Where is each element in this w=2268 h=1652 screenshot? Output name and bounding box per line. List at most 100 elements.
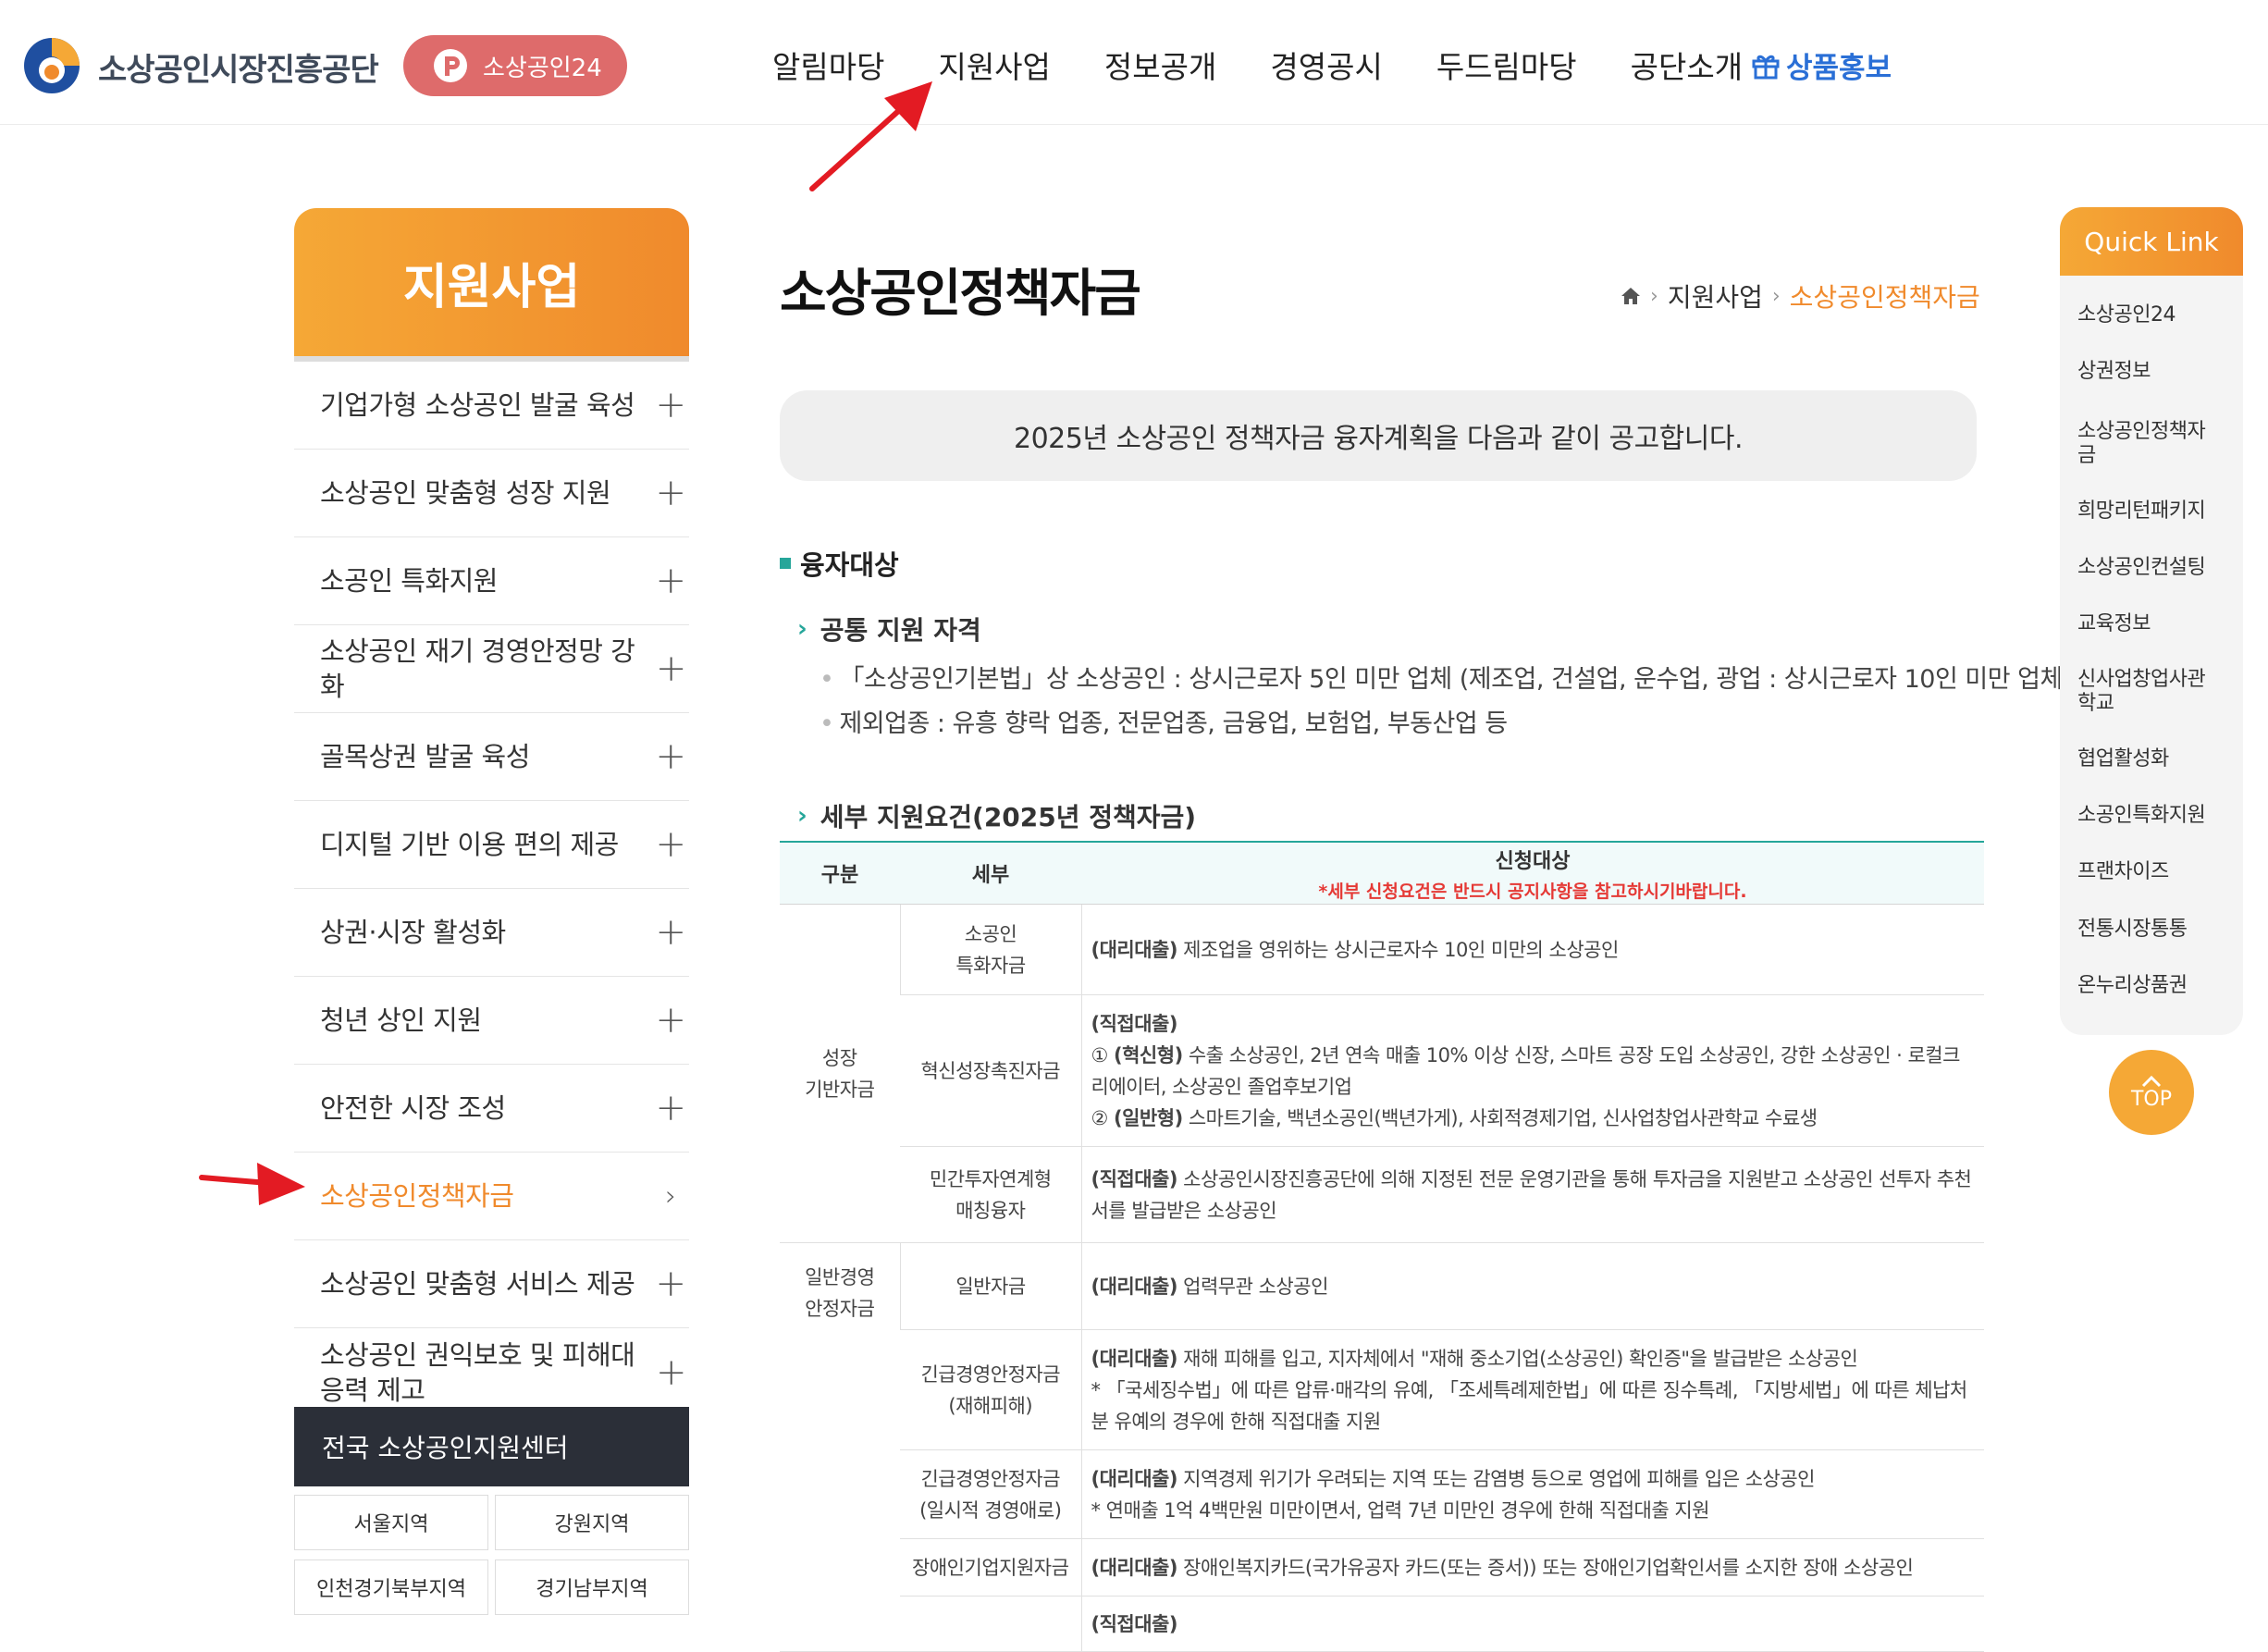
sidebar-item-label: 소상공인 맞춤형 성장 지원: [320, 477, 611, 509]
quick-link-item[interactable]: 소공인특화지원: [2077, 804, 2235, 828]
quick-link-item[interactable]: 전통시장통통: [2077, 918, 2235, 942]
page-title: 소상공인정책자금: [780, 264, 1141, 323]
chevron-up-icon: [2141, 1075, 2162, 1087]
nav-info[interactable]: 정보공개: [1104, 43, 1216, 87]
plus-icon[interactable]: +: [652, 999, 689, 1042]
plus-icon[interactable]: +: [652, 1087, 689, 1129]
p24-button[interactable]: 소상공인24: [403, 35, 627, 96]
region-incheon[interactable]: 인천경기북부지역: [294, 1560, 488, 1615]
sidebar-item-label: 상권·시장 활성화: [320, 917, 506, 948]
plus-icon[interactable]: +: [652, 823, 689, 866]
p-logo-icon: [434, 49, 467, 82]
target-text: 업력무관 소상공인: [1177, 1275, 1328, 1298]
section-heading: 융자대상: [780, 544, 899, 583]
target-type: (혁신형): [1114, 1043, 1183, 1066]
target-text: 스마트기술, 백년소공인(백년가게), 사회적경제기업, 신사업창업사관학교 수…: [1182, 1106, 1818, 1129]
region-gyeonggi-south[interactable]: 경기남부지역: [495, 1560, 689, 1615]
quick-link-item[interactable]: 프랜차이즈: [2077, 860, 2235, 884]
nav-support[interactable]: 지원사업: [938, 43, 1050, 87]
sidebar-item[interactable]: 소상공인 맞춤형 서비스 제공 +: [294, 1240, 689, 1328]
plus-icon[interactable]: +: [652, 1263, 689, 1305]
table-cell-sub: 혁신성장촉진자금: [900, 994, 1081, 1147]
red-arrow-icon: [809, 81, 932, 191]
table-cell-target: (직접대출) 소상공인시장진흥공단에 의해 지정된 전문 운영기관을 통해 투자…: [1080, 1146, 1984, 1243]
scroll-top-button[interactable]: TOP: [2109, 1050, 2194, 1135]
plus-icon[interactable]: +: [652, 560, 689, 602]
quick-link-item[interactable]: 교육정보: [2077, 612, 2235, 636]
table-header-label: 신청대상: [1495, 849, 1571, 873]
sidebar-item[interactable]: 상권·시장 활성화 +: [294, 889, 689, 977]
plus-icon[interactable]: +: [652, 472, 689, 514]
quick-link-item[interactable]: 소상공인컨설팅: [2077, 556, 2235, 580]
table-row: 긴급경영안정자금 (일시적 경영애로) (대리대출) 지역경제 위기가 우려되는…: [780, 1449, 1984, 1539]
breadcrumb-separator: ›: [1771, 284, 1781, 308]
target-text: 지역경제 위기가 우려되는 지역 또는 감염병 등으로 영업에 피해를 입은 소…: [1177, 1467, 1815, 1490]
quick-link-item[interactable]: 신사업창업사관학교: [2077, 668, 2216, 716]
loan-type: (직접대출): [1091, 1012, 1178, 1035]
sidebar-item[interactable]: 소상공인 맞춤형 성장 지원 +: [294, 450, 689, 537]
support-center-title[interactable]: 전국 소상공인지원센터: [294, 1407, 689, 1486]
table-cell-sub: 장애인기업지원자금: [900, 1538, 1081, 1597]
table-cell-group: 일반경영 안정자금: [780, 1242, 900, 1652]
sidebar-item[interactable]: 안전한 시장 조성 +: [294, 1065, 689, 1153]
plus-icon[interactable]: +: [653, 1351, 689, 1394]
loan-type: (대리대출): [1091, 1556, 1178, 1579]
nav-disclosure[interactable]: 경영공시: [1270, 43, 1382, 87]
table-row: 긴급경영안정자금 (재해피해) (대리대출) 재해 피해를 입고, 지자체에서 …: [780, 1329, 1984, 1450]
sidebar-item-label: 안전한 시장 조성: [320, 1092, 506, 1124]
plus-icon[interactable]: +: [652, 911, 689, 954]
nav-dodream[interactable]: 두드림마당: [1436, 43, 1577, 87]
breadcrumb-item[interactable]: 지원사업: [1668, 277, 1763, 314]
quick-link-item[interactable]: 소상공인정책자금: [2077, 420, 2207, 468]
loan-type: (직접대출): [1091, 1167, 1178, 1190]
quick-link-item[interactable]: 희망리턴패키지: [2077, 499, 2235, 524]
target-type: (일반형): [1114, 1106, 1183, 1129]
sidebar-item-label: 소상공인 권익보호 및 피해대응력 제고: [320, 1339, 635, 1406]
table-row: 민간투자연계형 매칭융자 (직접대출) 소상공인시장진흥공단에 의해 지정된 전…: [780, 1146, 1984, 1243]
sidebar-item[interactable]: 소상공인 재기 경영안정망 강화 +: [294, 625, 689, 713]
region-seoul[interactable]: 서울지역: [294, 1495, 488, 1550]
sidebar-item[interactable]: 기업가형 소상공인 발굴 육성 +: [294, 362, 689, 450]
breadcrumb-current: 소상공인정책자금: [1789, 282, 1980, 313]
quick-link-item[interactable]: 상권정보: [2077, 360, 2235, 384]
sidebar-item-label: 소상공인 재기 경영안정망 강화: [320, 635, 635, 702]
nav-promo[interactable]: 상품홍보: [1751, 44, 1892, 86]
breadcrumb-separator: ›: [1650, 284, 1658, 308]
sidebar-menu: 기업가형 소상공인 발굴 육성 + 소상공인 맞춤형 성장 지원 + 소공인 특화지…: [294, 362, 689, 1418]
target-text: 장애인복지카드(국가유공자 카드(또는 증서)) 또는 장애인기업확인서를 소지…: [1177, 1556, 1914, 1579]
chevron-right-icon: ›: [797, 802, 807, 830]
sidebar-item-label: 디지털 기반 이용 편의 제공: [320, 829, 619, 860]
bullet-text: 「소상공인기본법」상 소상공인 : 상시근로자 5인 미만 업체 (제조업, 건…: [839, 665, 2072, 694]
plus-icon[interactable]: +: [653, 647, 689, 690]
nav-about[interactable]: 공단소개: [1631, 43, 1743, 87]
home-icon[interactable]: [1621, 286, 1641, 306]
quick-link-item[interactable]: 소상공인24: [2077, 303, 2235, 327]
region-gangwon[interactable]: 강원지역: [495, 1495, 689, 1550]
table-row: (직접대출): [780, 1596, 1984, 1652]
quick-link-item[interactable]: 협업활성화: [2077, 747, 2235, 771]
org-logo-icon[interactable]: [18, 35, 85, 96]
sidebar-item[interactable]: 소상공인 권익보호 및 피해대응력 제고 +: [294, 1328, 689, 1418]
plus-icon[interactable]: +: [652, 735, 689, 778]
sidebar-item[interactable]: 디지털 기반 이용 편의 제공 +: [294, 801, 689, 889]
chevron-right-icon[interactable]: ›: [652, 1180, 689, 1213]
target-note: * 연매출 1억 4백만원 미만이면서, 업력 7년 미만인 경우에 한해 직접…: [1091, 1498, 1710, 1522]
table-cell-target: (대리대출) 재해 피해를 입고, 지자체에서 "재해 중소기업(소상공인) 확…: [1080, 1329, 1984, 1450]
sub-heading: › 공통 지원 자격: [797, 610, 981, 647]
loan-type: (대리대출): [1091, 1275, 1178, 1298]
quick-link-item[interactable]: 온누리상품권: [2077, 974, 2235, 998]
sub-heading-label: 공통 지원 자격: [820, 615, 981, 646]
quick-link-panel: Quick Link 소상공인24 상권정보 소상공인정책자금 희망리턴패키지 …: [2060, 207, 2243, 1035]
sidebar-item-label: 소공인 특화지원: [320, 565, 498, 597]
sidebar-item[interactable]: 청년 상인 지원 +: [294, 977, 689, 1065]
sidebar-item-active[interactable]: 소상공인정책자금 ›: [294, 1153, 689, 1240]
loan-type: (대리대출): [1091, 1347, 1178, 1370]
red-arrow-icon: [199, 1163, 305, 1205]
bullet-dot-icon: •: [820, 665, 834, 694]
org-name[interactable]: 소상공인시장진흥공단: [98, 44, 379, 90]
table-row: 일반경영 안정자금 일반자금 (대리대출) 업력무관 소상공인: [780, 1242, 1984, 1652]
table-cell-target: (대리대출) 제조업을 영위하는 상시근로자수 10인 미만의 소상공인: [1080, 904, 1984, 995]
plus-icon[interactable]: +: [652, 384, 689, 426]
sidebar-item[interactable]: 소공인 특화지원 +: [294, 537, 689, 625]
sidebar-item[interactable]: 골목상권 발굴 육성 +: [294, 713, 689, 801]
